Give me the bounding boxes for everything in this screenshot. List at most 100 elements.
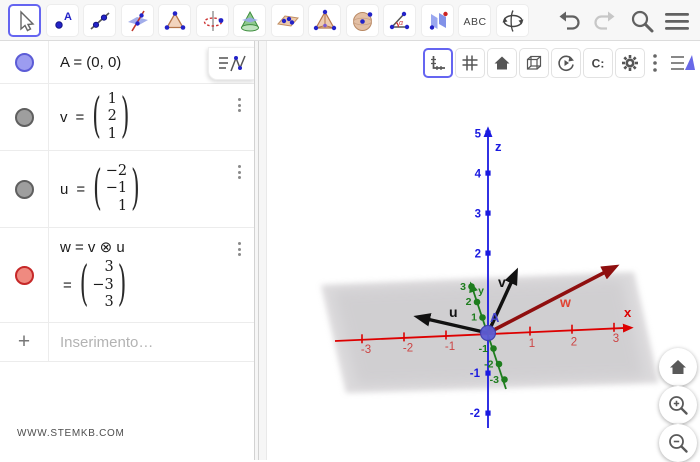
- vector-entry: 1: [108, 91, 117, 109]
- algebra-row-w[interactable]: w = v ⊗ u = ( 3 −3 3 ): [0, 228, 254, 323]
- visibility-column: [0, 151, 49, 227]
- vector-entry: 3: [105, 259, 114, 277]
- z-axis-label: z: [495, 139, 502, 154]
- graphics-view-3d: -3 -2 -1 1 2 3 x 2 3 4 5 -1 -2 z y: [267, 41, 700, 460]
- svg-text:-1: -1: [445, 341, 455, 353]
- angle-icon: α: [387, 8, 413, 34]
- algebra-style-button[interactable]: [208, 47, 255, 80]
- zoom-in-fab[interactable]: [659, 386, 697, 424]
- standard-view-button[interactable]: [487, 48, 517, 78]
- search-button[interactable]: [628, 7, 656, 35]
- settings-button[interactable]: [615, 48, 645, 78]
- algebra-graph-toggle-icon: [216, 53, 248, 75]
- equals-sign: =: [76, 181, 85, 198]
- redo-button[interactable]: [590, 7, 618, 35]
- show-axes-button[interactable]: [423, 48, 453, 78]
- cone-tool-button[interactable]: [233, 4, 266, 37]
- clipping-box-button[interactable]: [519, 48, 549, 78]
- definition-v: v = ( 1 2 1 ): [49, 84, 254, 150]
- main-toolbar: A α ABC: [0, 0, 700, 41]
- visibility-column: [0, 228, 49, 322]
- point-A-label: A: [490, 310, 500, 325]
- cone-icon: [237, 8, 263, 34]
- visibility-toggle-A[interactable]: [15, 53, 34, 72]
- cube-icon: [525, 54, 543, 72]
- show-grid-button[interactable]: [455, 48, 485, 78]
- algebra-input-row[interactable]: +: [0, 323, 254, 362]
- vector-w-matrix: ( 3 −3 3 ): [80, 259, 127, 312]
- more-options-button[interactable]: [647, 48, 663, 78]
- home-icon: [668, 357, 688, 377]
- var-name: u: [60, 181, 68, 198]
- y-axis-label: y: [478, 285, 484, 297]
- vector-v-label: v: [498, 274, 506, 290]
- zoom-out-fab[interactable]: [659, 424, 697, 462]
- definition-u: u = ( −2 −1 1 ): [49, 151, 254, 227]
- algebra-row-A[interactable]: A = (0, 0): [0, 41, 254, 84]
- row-menu-u[interactable]: [238, 165, 241, 179]
- angle-tool-button[interactable]: α: [383, 4, 416, 37]
- svg-text:-1: -1: [470, 368, 481, 380]
- svg-text:2: 2: [466, 296, 472, 308]
- algebra-row-v[interactable]: v = ( 1 2 1 ): [0, 84, 254, 151]
- point-icon: A: [50, 8, 76, 34]
- point-tool-button[interactable]: A: [46, 4, 79, 37]
- sphere-icon: [350, 8, 376, 34]
- undo-button[interactable]: [556, 7, 584, 35]
- home-icon: [493, 54, 511, 72]
- watermark: WWW.STEMKB.COM: [17, 428, 125, 439]
- intersect-plane-tool-button[interactable]: [121, 4, 154, 37]
- vector-w-label: w: [559, 294, 571, 310]
- svg-text:C:: C:: [592, 57, 605, 71]
- rotate-3d-view-tool-button[interactable]: [496, 4, 529, 37]
- projection-button[interactable]: C:: [583, 48, 613, 78]
- rotate-view-icon: [500, 8, 526, 34]
- right-paren: ): [131, 162, 140, 216]
- svg-text:2: 2: [571, 337, 577, 349]
- panel-splitter[interactable]: [254, 41, 267, 460]
- svg-text:α: α: [399, 20, 404, 27]
- rotate-view-button[interactable]: [551, 48, 581, 78]
- search-icon: [629, 8, 655, 34]
- pyramid-tool-button[interactable]: [308, 4, 341, 37]
- visibility-toggle-u[interactable]: [15, 180, 34, 199]
- reflect-tool-button[interactable]: [421, 4, 454, 37]
- redo-icon: [591, 9, 617, 33]
- collapse-panel-button[interactable]: [668, 48, 698, 78]
- projection-icon: C:: [589, 54, 607, 72]
- row-menu-w[interactable]: [238, 242, 241, 256]
- reflect-icon: [425, 8, 451, 34]
- plane-through-points-tool-button[interactable]: [271, 4, 304, 37]
- rotation-tool-button[interactable]: [196, 4, 229, 37]
- svg-text:1: 1: [529, 338, 535, 350]
- 3d-scene[interactable]: -3 -2 -1 1 2 3 x 2 3 4 5 -1 -2 z y: [267, 41, 700, 460]
- move-tool-button[interactable]: [8, 4, 41, 37]
- visibility-toggle-v[interactable]: [15, 108, 34, 127]
- text-tool-button[interactable]: ABC: [458, 4, 491, 37]
- algebra-row-u[interactable]: u = ( −2 −1 1 ): [0, 151, 254, 228]
- svg-text:3: 3: [460, 281, 466, 293]
- visibility-toggle-w[interactable]: [15, 266, 34, 285]
- standard-view-fab[interactable]: [659, 348, 697, 386]
- polygon-tool-button[interactable]: [158, 4, 191, 37]
- zoom-in-icon: [667, 394, 689, 416]
- gear-icon: [621, 54, 639, 72]
- vector-entry: −1: [106, 180, 127, 198]
- add-icon: +: [18, 330, 30, 354]
- visibility-column: [0, 84, 49, 150]
- svg-text:5: 5: [475, 129, 482, 141]
- var-name: v: [60, 109, 68, 126]
- svg-text:-2: -2: [403, 343, 413, 355]
- vector-entry: −2: [106, 163, 127, 181]
- right-paren: ): [121, 90, 130, 144]
- sphere-tool-button[interactable]: [346, 4, 379, 37]
- grid-icon: [461, 54, 479, 72]
- menu-button[interactable]: [663, 7, 691, 35]
- algebra-input[interactable]: [60, 334, 230, 351]
- vector-u-label: u: [449, 304, 458, 320]
- row-menu-v[interactable]: [238, 98, 241, 112]
- line-tool-button[interactable]: [83, 4, 116, 37]
- svg-text:2: 2: [475, 249, 481, 261]
- svg-text:1: 1: [471, 312, 477, 324]
- rotation-icon: [200, 8, 226, 34]
